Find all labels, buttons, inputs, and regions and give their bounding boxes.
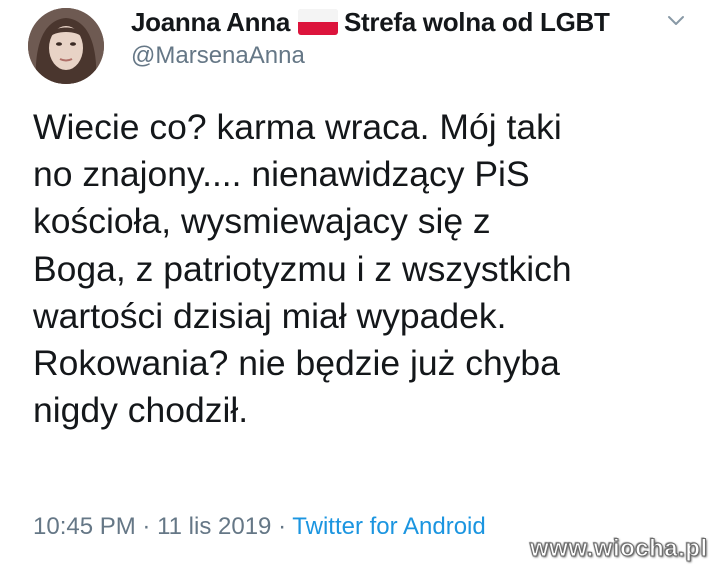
tweet-text-line: no znajony.... nienawidzący PiS [33,154,530,195]
user-handle[interactable]: @MarsenaAnna [131,42,305,70]
tweet-date[interactable]: 11 lis 2019 [157,513,271,540]
author-name-row[interactable]: Joanna Anna Strefa wolna od LGBT [131,4,610,40]
tweet-text-line: Boga, z patriotyzmu i z wszystkich [33,248,572,289]
tweet-time[interactable]: 10:45 PM [33,513,136,540]
user-avatar-photo [28,8,104,84]
tweet-text-line: nigdy chodził. [33,390,249,431]
poland-flag-icon [297,9,338,35]
tweet-card: Joanna Anna Strefa wolna od LGBT @Marsen… [0,0,720,573]
meta-separator: · [142,513,151,540]
display-name[interactable]: Joanna Anna [131,7,290,38]
tweet-text-line: Wiecie co? karma wraca. Mój taki [33,107,562,147]
avatar[interactable] [28,8,104,84]
watermark: www.wiocha.pl [530,535,708,563]
display-name-suffix[interactable]: Strefa wolna od LGBT [344,7,610,38]
tweet-text: Wiecie co? karma wraca. Mój taki no znaj… [33,104,713,434]
tweet-text-line: wartości dzisiaj miał wypadek. [33,295,507,336]
tweet-text-line: Rokowania? nie będzie już chyba [33,343,560,384]
chevron-down-icon[interactable] [664,8,688,32]
tweet-text-line: kościoła, wysmiewajacy się z [33,201,491,242]
tweet-source-link[interactable]: Twitter for Android [292,513,485,540]
tweet-meta: 10:45 PM · 11 lis 2019 · Twitter for And… [33,513,486,541]
meta-separator: · [278,513,287,540]
